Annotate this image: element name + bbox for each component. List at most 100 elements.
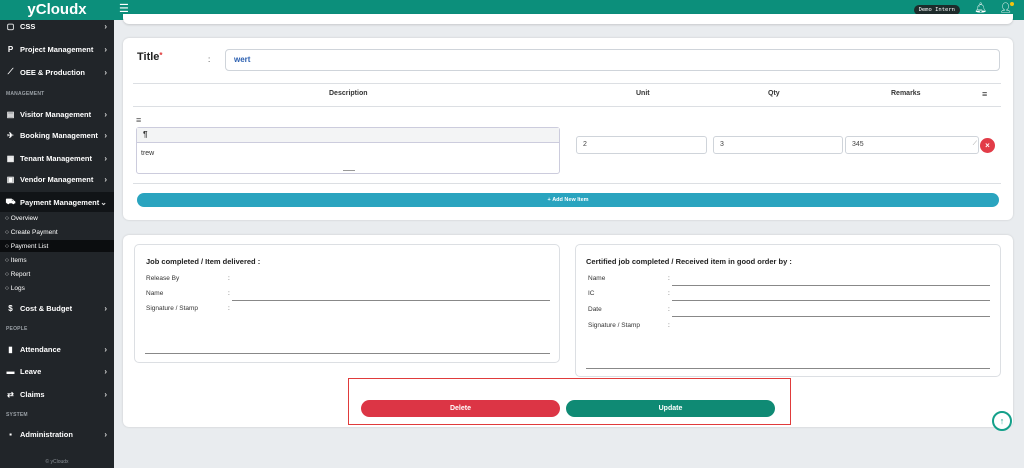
chevron-right-icon: › — [104, 130, 107, 140]
description-editor[interactable]: ¶ trew — [136, 127, 560, 174]
name-line[interactable] — [232, 300, 550, 301]
qty-input[interactable]: 3 — [713, 136, 843, 154]
chevron-right-icon: › — [104, 109, 107, 119]
cert-signature-line[interactable] — [586, 368, 990, 369]
sidebar-subitem-payment-list[interactable]: ○ Payment List — [0, 240, 114, 252]
signature-stamp-colon: : — [228, 305, 230, 312]
resize-handle-icon[interactable]: ⟋ — [973, 136, 977, 152]
sidebar-item-css[interactable]: ▢ CSS › — [0, 20, 114, 33]
chevron-right-icon: › — [104, 429, 107, 439]
sidebar-item-payment-management[interactable]: ⛟ Payment Management ⌄ — [0, 192, 114, 212]
sidebar-item-oee-production[interactable]: ⟋ OEE & Production › — [0, 62, 114, 82]
cert-name-line[interactable] — [672, 285, 990, 286]
unit-input[interactable]: 2 — [576, 136, 707, 154]
chevron-right-icon: › — [104, 44, 107, 54]
header-divider-bottom — [133, 106, 1001, 107]
editor-toolbar: ¶ — [137, 128, 559, 143]
chevron-right-icon: › — [104, 344, 107, 354]
sidebar-item-label: Visitor Management — [20, 109, 92, 119]
name-label: Name — [146, 290, 164, 297]
signature-line[interactable] — [145, 353, 550, 354]
sidebar-item-label: Booking Management — [20, 130, 98, 140]
scroll-to-top-button[interactable]: ↑ — [992, 411, 1012, 431]
sidebar-item-label: Leave — [20, 366, 42, 376]
sidebar-item-cost-budget[interactable]: $ Cost & Budget › — [0, 298, 114, 318]
chevron-right-icon: › — [104, 67, 107, 77]
transfer-icon: ⇄ — [7, 389, 14, 399]
previous-card-bottom — [123, 14, 1013, 24]
remarks-input[interactable]: 345 ⟋ — [845, 136, 979, 154]
chart-line-icon: ⟋ — [7, 67, 14, 76]
admin-icon: ▪ — [9, 429, 12, 439]
drag-handle-icon[interactable]: ≡ — [136, 115, 141, 125]
cert-date-line[interactable] — [672, 316, 990, 317]
unit-value: 2 — [583, 141, 587, 148]
title-label-text: Title — [137, 51, 160, 63]
section-label-system: SYSTEM — [6, 412, 28, 418]
sidebar-item-booking-management[interactable]: ✈ Booking Management › — [0, 125, 114, 145]
sidebar-item-vendor-management[interactable]: ▣ Vendor Management › — [0, 169, 114, 189]
certified-section: Certified job completed / Received item … — [575, 244, 1001, 377]
chevron-right-icon: › — [104, 303, 107, 313]
name-colon: : — [228, 290, 230, 297]
bell-icon[interactable]: 🔔︎ — [974, 3, 987, 14]
sidebar-subitem-label: Payment List — [10, 242, 49, 250]
chevron-right-icon: › — [104, 153, 107, 163]
chevron-down-icon: ⌄ — [100, 197, 107, 207]
cert-signature-colon: : — [668, 322, 670, 329]
sidebar-item-label: Project Management — [20, 44, 94, 54]
sidebar-item-label: Cost & Budget — [20, 303, 73, 313]
sidebar-item-label: Claims — [20, 389, 45, 399]
sidebar: yCloudx ▢ CSS › P Project Management › ⟋… — [0, 0, 114, 468]
sidebar-subitem-label: Create Payment — [10, 228, 58, 236]
add-new-item-button[interactable]: + Add New Item — [137, 193, 999, 207]
delete-button[interactable]: Delete — [361, 400, 560, 417]
sidebar-item-attendance[interactable]: ▮ Attendance › — [0, 339, 114, 359]
sidebar-subitem-overview[interactable]: ○ Overview — [0, 212, 114, 224]
notification-dot — [1010, 2, 1014, 6]
cert-date-colon: : — [668, 306, 670, 313]
chevron-right-icon: › — [104, 22, 107, 31]
title-colon: : — [208, 55, 211, 64]
title-input[interactable]: wert — [225, 49, 1000, 71]
editor-resize-grip[interactable] — [343, 170, 355, 171]
sidebar-item-leave[interactable]: ▬ Leave › — [0, 361, 114, 381]
sidebar-subitem-create-payment[interactable]: ○ Create Payment — [0, 226, 114, 238]
document-icon: ▮ — [8, 344, 13, 354]
sidebar-item-label: Vendor Management — [20, 174, 94, 184]
chevron-right-icon: › — [104, 174, 107, 184]
plane-icon: ✈ — [7, 130, 14, 140]
sidebar-item-label: CSS — [20, 22, 36, 31]
items-divider — [133, 183, 1001, 184]
sidebar-item-project-management[interactable]: P Project Management › — [0, 39, 114, 59]
item-form-card: Title* : wert Description Unit Qty Remar… — [123, 38, 1013, 220]
add-new-item-label: Add New Item — [552, 197, 589, 203]
sidebar-item-claims[interactable]: ⇄ Claims › — [0, 384, 114, 404]
sidebar-subitem-logs[interactable]: ○ Logs — [0, 282, 114, 294]
sidebar-subitem-items[interactable]: ○ Items — [0, 254, 114, 266]
header-divider-top — [133, 83, 1001, 84]
cert-ic-colon: : — [668, 290, 670, 297]
signature-stamp-label: Signature / Stamp — [146, 305, 199, 312]
chevron-right-icon: › — [104, 389, 107, 399]
paragraph-icon[interactable]: ¶ — [143, 130, 147, 139]
sidebar-subitem-report[interactable]: ○ Report — [0, 268, 114, 280]
remove-item-button[interactable]: × — [980, 138, 995, 153]
cert-name-label: Name — [588, 275, 606, 282]
certified-title: Certified job completed / Received item … — [586, 257, 792, 266]
update-button[interactable]: Update — [566, 400, 775, 417]
brand-logo[interactable]: yCloudx — [0, 0, 114, 20]
cert-signature-label: Signature / Stamp — [588, 322, 641, 329]
section-label-people: PEOPLE — [6, 326, 28, 332]
arrow-up-icon: ↑ — [999, 416, 1005, 426]
column-menu-icon[interactable]: ≡ — [982, 89, 987, 99]
sidebar-item-administration[interactable]: ▪ Administration › — [0, 424, 114, 444]
sidebar-item-visitor-management[interactable]: ▤ Visitor Management › — [0, 104, 114, 124]
column-header-remarks: Remarks — [891, 90, 921, 97]
job-completed-section: Job completed / Item delivered : Release… — [134, 244, 560, 363]
cert-ic-line[interactable] — [672, 300, 990, 301]
release-by-label: Release By — [146, 275, 180, 282]
sidebar-item-tenant-management[interactable]: ▦ Tenant Management › — [0, 148, 114, 168]
description-text[interactable]: trew — [141, 150, 154, 157]
sidebar-subitem-label: Overview — [10, 214, 38, 222]
